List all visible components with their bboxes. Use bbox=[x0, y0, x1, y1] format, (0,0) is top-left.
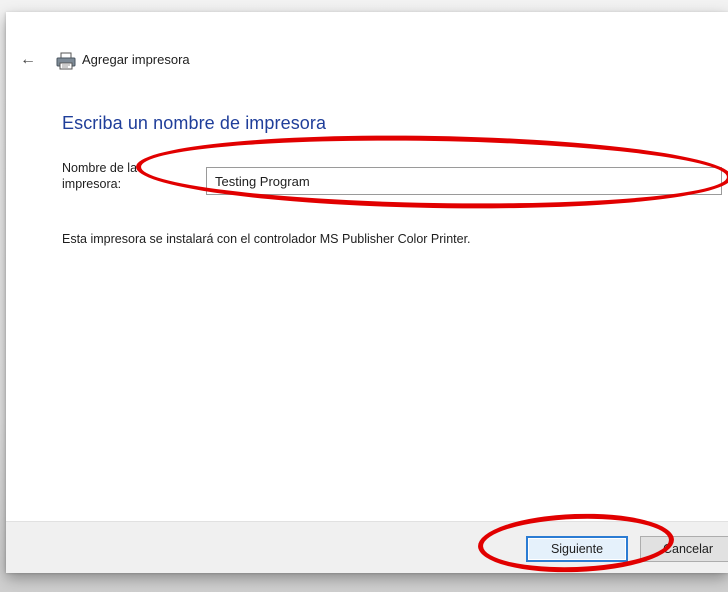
printer-name-label: Nombre de la impresora: bbox=[62, 161, 138, 191]
page-heading: Escriba un nombre de impresora bbox=[62, 113, 327, 133]
printer-icon bbox=[56, 52, 76, 70]
cancel-button[interactable]: Cancelar bbox=[640, 536, 728, 562]
printer-name-input[interactable] bbox=[206, 167, 722, 195]
wizard-title: Agregar impresora bbox=[82, 52, 190, 67]
driver-info-text: Esta impresora se instalará con el contr… bbox=[62, 232, 471, 246]
wizard-header: ← Agregar impresora bbox=[6, 12, 728, 112]
back-arrow-icon[interactable]: ← bbox=[20, 52, 40, 68]
add-printer-dialog: ← Agregar impresora Escriba un nombre de… bbox=[6, 12, 728, 573]
next-button[interactable]: Siguiente bbox=[526, 536, 628, 562]
dialog-footer: Siguiente Cancelar bbox=[6, 521, 728, 573]
